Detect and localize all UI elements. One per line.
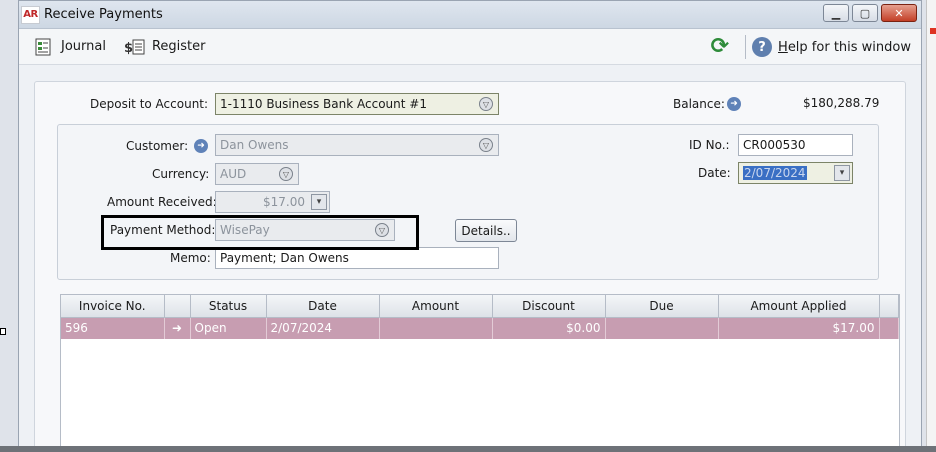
column-header-due[interactable]: Due: [605, 295, 719, 318]
currency-field[interactable]: AUD ▽: [215, 163, 299, 185]
details-button[interactable]: Details..: [455, 219, 517, 242]
balance-value: $180,288.79: [803, 96, 880, 110]
app-badge-icon: AR: [21, 5, 40, 24]
column-header-invoice[interactable]: Invoice No.: [61, 295, 165, 318]
toolbar-separator: [745, 35, 747, 59]
background-window-edge: [926, 0, 936, 446]
calendar-dropdown-icon[interactable]: ▾: [834, 165, 850, 181]
help-icon[interactable]: ?: [752, 37, 773, 57]
toolbar: Journal $ Register ⟳ ? Help for this win…: [19, 29, 921, 65]
chevron-down-icon: ▾: [311, 194, 327, 210]
id-input[interactable]: CR000530: [738, 134, 853, 156]
minimize-button[interactable]: ▁: [823, 4, 849, 22]
column-header-filler: [879, 295, 899, 318]
deposit-label: Deposit to Account:: [90, 97, 209, 111]
bottom-border: [0, 446, 936, 452]
date-value: 2/07/2024: [743, 166, 807, 180]
status-cell: Open: [190, 317, 267, 339]
resize-handle[interactable]: [0, 328, 6, 335]
memo-value: Payment; Dan Owens: [220, 251, 349, 265]
payment-method-highlight: [101, 215, 419, 250]
date-input[interactable]: 2/07/2024 ▾: [738, 162, 853, 184]
customer-arrow-icon[interactable]: ➜: [194, 139, 208, 153]
customer-field[interactable]: Dan Owens ▽: [215, 134, 499, 156]
svg-text:$: $: [124, 41, 133, 56]
close-button[interactable]: ✕: [881, 4, 917, 22]
id-value: CR000530: [743, 138, 806, 152]
discount-cell[interactable]: $0.00: [492, 317, 606, 339]
memo-input[interactable]: Payment; Dan Owens: [215, 247, 499, 269]
currency-label: Currency:: [152, 167, 210, 181]
customer-value: Dan Owens: [220, 138, 289, 152]
column-header-discount[interactable]: Discount: [492, 295, 606, 318]
id-label: ID No.:: [689, 138, 730, 152]
table-row[interactable]: 596 ➜ Open 2/07/2024 $0.00 $17.00: [61, 317, 899, 339]
memo-label: Memo:: [170, 251, 211, 265]
register-label: Register: [151, 39, 206, 54]
title-bar: AR Receive Payments ▁ ▢ ✕: [19, 1, 921, 29]
column-header-status[interactable]: Status: [190, 295, 267, 318]
customer-label: Customer:: [126, 139, 189, 153]
column-header-date[interactable]: Date: [266, 295, 380, 318]
invoice-grid: Invoice No. Status Date Amount Discount …: [60, 294, 900, 449]
dropdown-icon: ▽: [279, 167, 293, 181]
invoice-cell[interactable]: 596: [61, 317, 165, 339]
zoom-arrow-icon[interactable]: ➜: [164, 317, 191, 339]
amount-received-field[interactable]: $17.00 ▾: [215, 191, 330, 213]
balance-label: Balance:: [673, 97, 725, 111]
amount-cell: [379, 317, 493, 339]
journal-icon: [33, 37, 55, 57]
dropdown-icon: ▽: [479, 138, 493, 152]
column-header-amount[interactable]: Amount: [379, 295, 493, 318]
date-label: Date:: [698, 166, 731, 180]
register-icon: $: [124, 37, 146, 57]
filler-cell: [879, 317, 899, 339]
amount-received-label: Amount Received:: [107, 195, 217, 209]
balance-arrow-icon[interactable]: ➜: [727, 97, 741, 111]
register-button[interactable]: $ Register: [124, 37, 206, 57]
currency-value: AUD: [220, 167, 247, 181]
help-link[interactable]: Help for this window: [778, 40, 911, 55]
dropdown-icon: ▽: [479, 97, 493, 111]
amount-received-value: $17.00: [263, 195, 305, 209]
deposit-account-select[interactable]: 1-1110 Business Bank Account #1 ▽: [215, 93, 499, 115]
amount-applied-cell[interactable]: $17.00: [718, 317, 880, 339]
date-cell: 2/07/2024: [266, 317, 380, 339]
journal-button[interactable]: Journal: [33, 37, 106, 57]
column-header-link: [164, 295, 191, 318]
maximize-button[interactable]: ▢: [852, 4, 878, 22]
window-title: Receive Payments: [44, 7, 163, 22]
column-header-amount-applied[interactable]: Amount Applied: [718, 295, 880, 318]
due-cell: [605, 317, 719, 339]
refresh-icon[interactable]: ⟳: [711, 36, 729, 58]
journal-label: Journal: [61, 39, 106, 54]
deposit-account-value: 1-1110 Business Bank Account #1: [220, 97, 427, 111]
